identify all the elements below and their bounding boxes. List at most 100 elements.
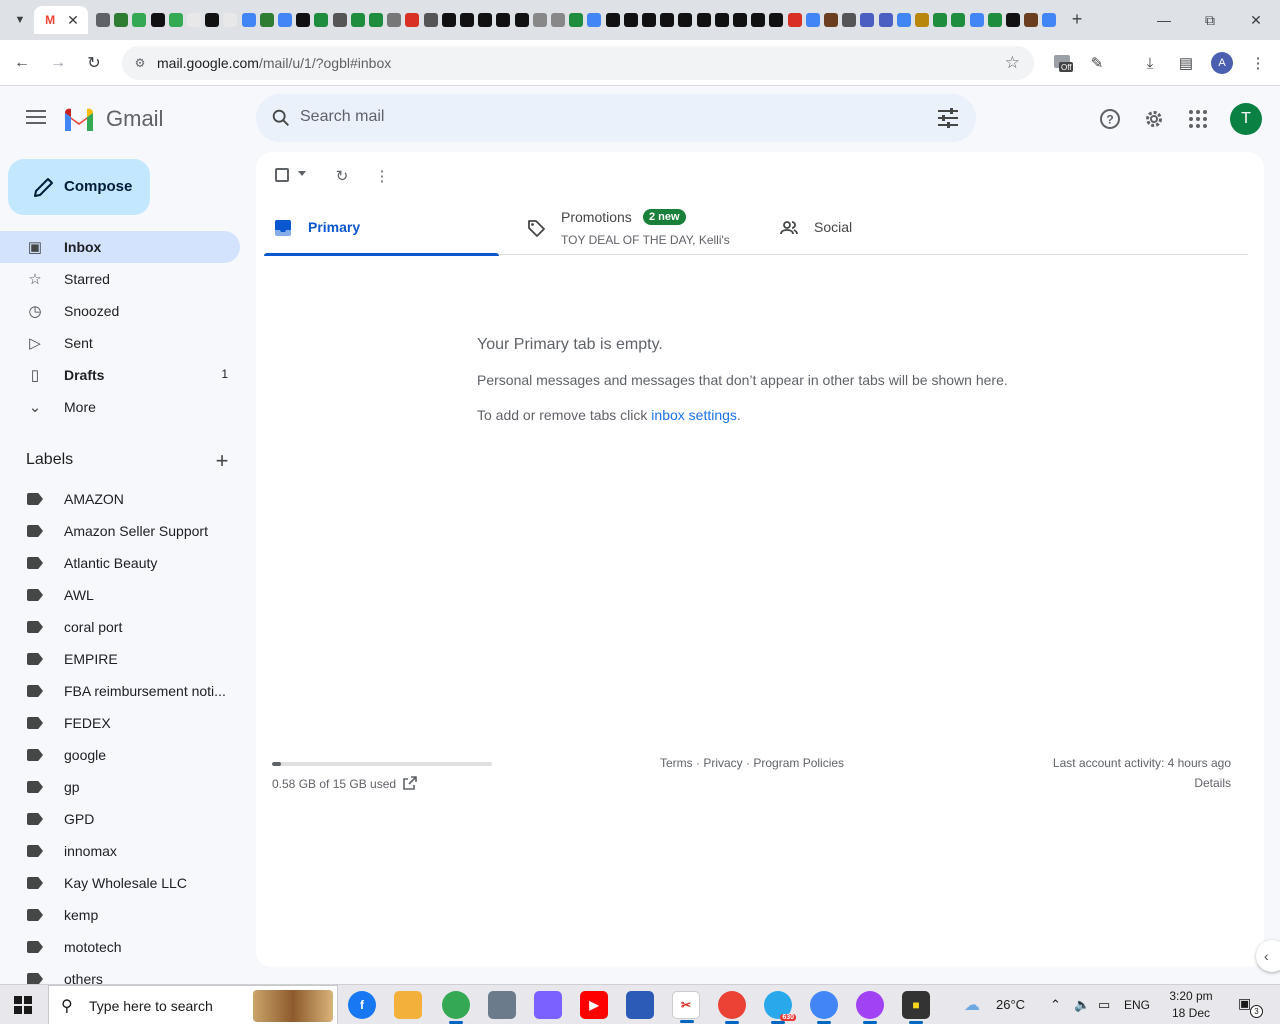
- tab-favicon-icon[interactable]: [223, 13, 238, 27]
- tab-favicon-icon[interactable]: [423, 13, 438, 27]
- tab-favicon-icon[interactable]: [1024, 13, 1039, 27]
- tab-primary[interactable]: Primary: [264, 202, 499, 256]
- settings-gear-icon[interactable]: [1142, 107, 1166, 131]
- sidebar-item-drafts[interactable]: ▯ Drafts 1: [0, 359, 240, 391]
- browser-menu-kebab-icon[interactable]: ⋮: [1247, 52, 1269, 74]
- tab-favicon-icon[interactable]: [241, 13, 256, 27]
- taskbar-search-box[interactable]: ⚲ Type here to search: [48, 985, 338, 1024]
- weather-cloud-icon[interactable]: ☁: [964, 995, 980, 1015]
- browser-tab-gmail[interactable]: M ✕: [34, 6, 88, 34]
- chrome-profile-icon[interactable]: [442, 991, 470, 1024]
- minimize-icon[interactable]: —: [1150, 6, 1178, 34]
- label-item[interactable]: kemp: [0, 899, 240, 931]
- tab-favicon-icon[interactable]: [805, 13, 820, 27]
- network-icon[interactable]: ▭: [1098, 997, 1110, 1013]
- reload-icon[interactable]: ↻: [80, 49, 108, 77]
- help-icon[interactable]: ?: [1098, 107, 1122, 131]
- tab-favicon-icon[interactable]: [1006, 13, 1020, 27]
- label-item[interactable]: coral port: [0, 611, 240, 643]
- account-avatar[interactable]: T: [1230, 103, 1262, 135]
- new-tab-button[interactable]: +: [1066, 8, 1088, 30]
- label-item[interactable]: EMPIRE: [0, 643, 240, 675]
- file-explorer-icon[interactable]: [394, 991, 422, 1019]
- tab-favicon-icon[interactable]: [514, 13, 529, 27]
- weather-temperature[interactable]: 26°C: [996, 997, 1025, 1012]
- google-apps-icon[interactable]: [1186, 107, 1210, 131]
- tab-social[interactable]: Social: [770, 202, 1005, 255]
- label-item[interactable]: Kay Wholesale LLC: [0, 867, 240, 899]
- tab-favicon-icon[interactable]: [787, 13, 802, 27]
- calculator-icon[interactable]: [488, 991, 516, 1019]
- tab-favicon-icon[interactable]: [969, 13, 984, 27]
- label-item[interactable]: Amazon Seller Support: [0, 515, 240, 547]
- microsoft-store-icon[interactable]: [626, 991, 654, 1019]
- tab-favicon-icon[interactable]: [296, 13, 311, 27]
- tab-favicon-icon[interactable]: [824, 13, 838, 27]
- tab-favicon-icon[interactable]: [951, 13, 966, 27]
- tab-favicon-icon[interactable]: [915, 13, 929, 27]
- refresh-icon[interactable]: ↻: [332, 166, 352, 186]
- create-label-plus-icon[interactable]: +: [210, 448, 234, 473]
- tab-favicon-icon[interactable]: [405, 13, 420, 27]
- label-item[interactable]: google: [0, 739, 240, 771]
- tab-favicon-icon[interactable]: [150, 13, 165, 27]
- tab-favicon-icon[interactable]: [168, 13, 183, 27]
- bookmark-star-icon[interactable]: ☆: [1005, 53, 1020, 73]
- tab-favicon-icon[interactable]: [278, 13, 292, 27]
- tab-favicon-icon[interactable]: [332, 13, 347, 27]
- tab-favicon-icon[interactable]: [623, 13, 638, 27]
- label-item[interactable]: AWL: [0, 579, 240, 611]
- tab-favicon-icon[interactable]: [441, 13, 456, 27]
- tab-favicon-icon[interactable]: [714, 13, 729, 27]
- search-bar[interactable]: Search mail: [256, 94, 976, 142]
- tab-favicon-icon[interactable]: [350, 13, 365, 27]
- sidebar-item-snoozed[interactable]: ◷ Snoozed: [0, 295, 240, 327]
- label-item[interactable]: gp: [0, 771, 240, 803]
- tab-favicon-icon[interactable]: [132, 13, 147, 27]
- search-options-icon[interactable]: [936, 107, 960, 129]
- sidebar-item-sent[interactable]: ▷ Sent: [0, 327, 240, 359]
- compose-button[interactable]: Compose: [8, 159, 150, 215]
- program-policies-link[interactable]: Program Policies: [753, 756, 844, 770]
- site-info-icon[interactable]: ⚙: [132, 55, 148, 71]
- tab-favicon-icon[interactable]: [551, 13, 565, 27]
- tab-favicon-icon[interactable]: [860, 13, 875, 27]
- tab-favicon-icon[interactable]: [769, 13, 784, 27]
- address-bar[interactable]: ⚙ mail.google.com/mail/u/1/?ogbl#inbox ☆: [122, 46, 1034, 80]
- volume-icon[interactable]: 🔈: [1074, 997, 1090, 1013]
- label-item[interactable]: mototech: [0, 931, 240, 963]
- tab-close-icon[interactable]: ✕: [67, 12, 79, 29]
- tab-favicon-icon[interactable]: [369, 13, 383, 27]
- show-hidden-icons-chevron-icon[interactable]: ⌃: [1050, 997, 1061, 1013]
- forward-arrow-icon[interactable]: →: [44, 49, 72, 77]
- tab-favicon-icon[interactable]: [187, 13, 201, 27]
- chrome-profile-c-icon[interactable]: [856, 991, 884, 1024]
- browser-profile-avatar[interactable]: A: [1211, 52, 1233, 74]
- tab-favicon-icon[interactable]: [532, 13, 547, 27]
- tab-promotions[interactable]: Promotions 2 new TOY DEAL OF THE DAY, Ke…: [517, 202, 767, 255]
- snipping-tool-icon[interactable]: ✂: [672, 991, 700, 1023]
- sidebar-item-inbox[interactable]: ▣ Inbox: [0, 231, 240, 263]
- tab-favicon-icon[interactable]: [478, 13, 493, 27]
- terms-link[interactable]: Terms: [660, 756, 693, 770]
- telegram-icon[interactable]: 630: [764, 991, 796, 1024]
- main-menu-icon[interactable]: [24, 106, 48, 130]
- extension-off-icon[interactable]: Off: [1052, 52, 1074, 74]
- chrome-profile-a-icon[interactable]: [810, 991, 838, 1024]
- select-dropdown-caret-icon[interactable]: [298, 171, 306, 176]
- restore-icon[interactable]: ⧉: [1196, 6, 1224, 34]
- tab-favicon-icon[interactable]: [896, 13, 911, 27]
- back-arrow-icon[interactable]: ←: [8, 49, 36, 77]
- gmail-logo-icon[interactable]: [63, 106, 95, 132]
- language-indicator[interactable]: ENG: [1124, 998, 1150, 1012]
- tab-favicon-icon[interactable]: [696, 13, 711, 27]
- download-icon[interactable]: ⤓: [1139, 52, 1161, 74]
- search-icon[interactable]: [270, 107, 292, 129]
- side-panel-icon[interactable]: ▤: [1175, 52, 1197, 74]
- tab-favicon-icon[interactable]: [587, 13, 602, 27]
- label-item[interactable]: GPD: [0, 803, 240, 835]
- tab-search-chevron-icon[interactable]: ▼: [8, 8, 32, 32]
- label-item[interactable]: FBA reimbursement noti...: [0, 675, 240, 707]
- tab-favicon-icon[interactable]: [678, 13, 693, 27]
- tab-favicon-icon[interactable]: [878, 13, 893, 27]
